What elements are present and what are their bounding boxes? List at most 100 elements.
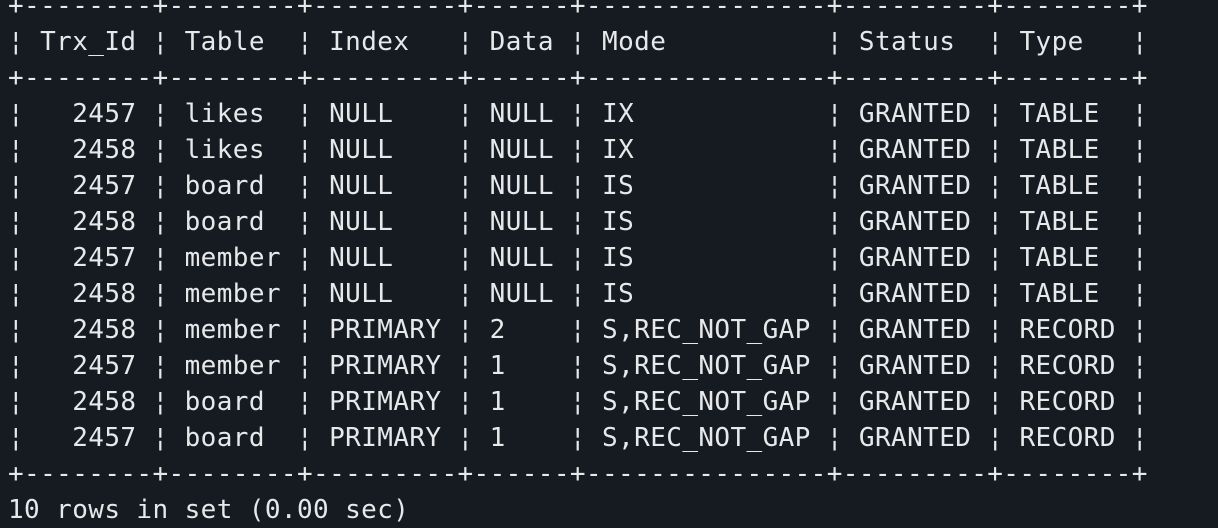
table-cell: 2458 bbox=[40, 135, 137, 165]
column-separator: ¦ bbox=[810, 207, 859, 237]
column-separator: ¦ bbox=[8, 315, 41, 345]
table-row: ¦ 2458 ¦ board ¦ NULL ¦ NULL ¦ IS ¦ GRAN… bbox=[8, 204, 1148, 240]
terminal-window: +--------+--------+---------+------+----… bbox=[0, 0, 1218, 528]
column-separator: ¦ bbox=[280, 207, 330, 237]
column-separator: ¦ bbox=[280, 171, 330, 201]
column-separator: ¦ bbox=[1115, 387, 1148, 417]
table-cell: 2457 bbox=[40, 243, 137, 273]
table-cell: likes bbox=[184, 135, 281, 165]
column-separator: ¦ bbox=[280, 315, 330, 345]
table-cell: GRANTED bbox=[858, 171, 972, 201]
column-separator: ¦ bbox=[553, 243, 603, 273]
column-separator: ¦ bbox=[553, 279, 603, 309]
table-cell: TABLE bbox=[1019, 243, 1116, 273]
column-separator: ¦ bbox=[1115, 27, 1148, 57]
table-cell: GRANTED bbox=[858, 243, 972, 273]
column-separator: ¦ bbox=[441, 27, 490, 57]
column-separator: ¦ bbox=[441, 279, 490, 309]
column-separator: ¦ bbox=[810, 135, 859, 165]
column-separator: ¦ bbox=[280, 423, 330, 453]
column-separator: ¦ bbox=[1115, 171, 1148, 201]
column-separator: ¦ bbox=[441, 387, 490, 417]
table-cell: 1 bbox=[489, 423, 554, 453]
table-cell: TABLE bbox=[1019, 135, 1116, 165]
column-separator: ¦ bbox=[553, 99, 603, 129]
column-separator: ¦ bbox=[971, 315, 1020, 345]
table-cell: member bbox=[184, 279, 281, 309]
column-separator: ¦ bbox=[1115, 315, 1148, 345]
column-separator: ¦ bbox=[1115, 207, 1148, 237]
table-cell: 2458 bbox=[40, 207, 137, 237]
table-cell: GRANTED bbox=[858, 351, 972, 381]
column-separator: ¦ bbox=[971, 27, 1020, 57]
table-cell: board bbox=[184, 207, 281, 237]
column-separator: ¦ bbox=[280, 279, 330, 309]
table-cell: NULL bbox=[329, 279, 442, 309]
table-cell: 2458 bbox=[40, 387, 137, 417]
table-cell: TABLE bbox=[1019, 171, 1116, 201]
column-separator: ¦ bbox=[136, 207, 185, 237]
column-separator: ¦ bbox=[441, 351, 490, 381]
table-row: ¦ 2457 ¦ board ¦ PRIMARY ¦ 1 ¦ S,REC_NOT… bbox=[8, 420, 1148, 456]
table-cell: member bbox=[184, 243, 281, 273]
table-cell: NULL bbox=[489, 171, 554, 201]
table-row: ¦ 2458 ¦ likes ¦ NULL ¦ NULL ¦ IX ¦ GRAN… bbox=[8, 132, 1148, 168]
table-cell: GRANTED bbox=[858, 135, 972, 165]
column-separator: ¦ bbox=[810, 99, 859, 129]
table-cell: board bbox=[184, 423, 281, 453]
table-cell: 2457 bbox=[40, 171, 137, 201]
table-cell: 2457 bbox=[40, 423, 137, 453]
column-separator: ¦ bbox=[553, 423, 603, 453]
column-header: Data bbox=[489, 27, 554, 57]
table-header-row: ¦ Trx_Id ¦ Table ¦ Index ¦ Data ¦ Mode ¦… bbox=[8, 24, 1148, 60]
column-separator: ¦ bbox=[441, 135, 490, 165]
table-cell: IS bbox=[602, 171, 811, 201]
table-cell: PRIMARY bbox=[329, 351, 442, 381]
column-separator: ¦ bbox=[8, 171, 41, 201]
column-separator: ¦ bbox=[1115, 243, 1148, 273]
column-separator: ¦ bbox=[971, 387, 1020, 417]
column-separator: ¦ bbox=[8, 27, 41, 57]
column-separator: ¦ bbox=[136, 99, 185, 129]
column-separator: ¦ bbox=[810, 387, 859, 417]
column-header: Type bbox=[1019, 27, 1116, 57]
table-cell: GRANTED bbox=[858, 387, 972, 417]
table-cell: IS bbox=[602, 279, 811, 309]
table-cell: NULL bbox=[489, 207, 554, 237]
table-cell: NULL bbox=[329, 135, 442, 165]
table-cell: 1 bbox=[489, 387, 554, 417]
table-cell: GRANTED bbox=[858, 99, 972, 129]
column-separator: ¦ bbox=[810, 171, 859, 201]
table-cell: IX bbox=[602, 135, 811, 165]
column-separator: ¦ bbox=[971, 243, 1020, 273]
column-separator: ¦ bbox=[136, 135, 185, 165]
column-separator: ¦ bbox=[810, 423, 859, 453]
result-summary: 10 rows in set (0.00 sec) bbox=[8, 495, 410, 525]
table-cell: S,REC_NOT_GAP bbox=[602, 351, 811, 381]
table-cell: TABLE bbox=[1019, 99, 1116, 129]
table-cell: GRANTED bbox=[858, 279, 972, 309]
table-cell: NULL bbox=[489, 99, 554, 129]
column-separator: ¦ bbox=[8, 135, 41, 165]
table-row: ¦ 2458 ¦ member ¦ PRIMARY ¦ 2 ¦ S,REC_NO… bbox=[8, 312, 1148, 348]
column-separator: ¦ bbox=[8, 423, 41, 453]
table-cell: IX bbox=[602, 99, 811, 129]
table-cell: S,REC_NOT_GAP bbox=[602, 423, 811, 453]
column-separator: ¦ bbox=[1115, 99, 1148, 129]
column-separator: ¦ bbox=[441, 171, 490, 201]
column-separator: ¦ bbox=[553, 207, 603, 237]
table-cell: RECORD bbox=[1019, 315, 1116, 345]
table-cell: NULL bbox=[489, 243, 554, 273]
table-cell: GRANTED bbox=[858, 423, 972, 453]
column-separator: ¦ bbox=[136, 171, 185, 201]
table-cell: IS bbox=[602, 207, 811, 237]
column-separator: ¦ bbox=[810, 351, 859, 381]
table-cell: 2457 bbox=[40, 99, 137, 129]
table-cell: TABLE bbox=[1019, 207, 1116, 237]
table-cell: S,REC_NOT_GAP bbox=[602, 387, 811, 417]
column-separator: ¦ bbox=[553, 135, 603, 165]
column-separator: ¦ bbox=[553, 351, 603, 381]
column-separator: ¦ bbox=[810, 27, 859, 57]
column-separator: ¦ bbox=[553, 27, 603, 57]
table-cell: 2457 bbox=[40, 351, 137, 381]
